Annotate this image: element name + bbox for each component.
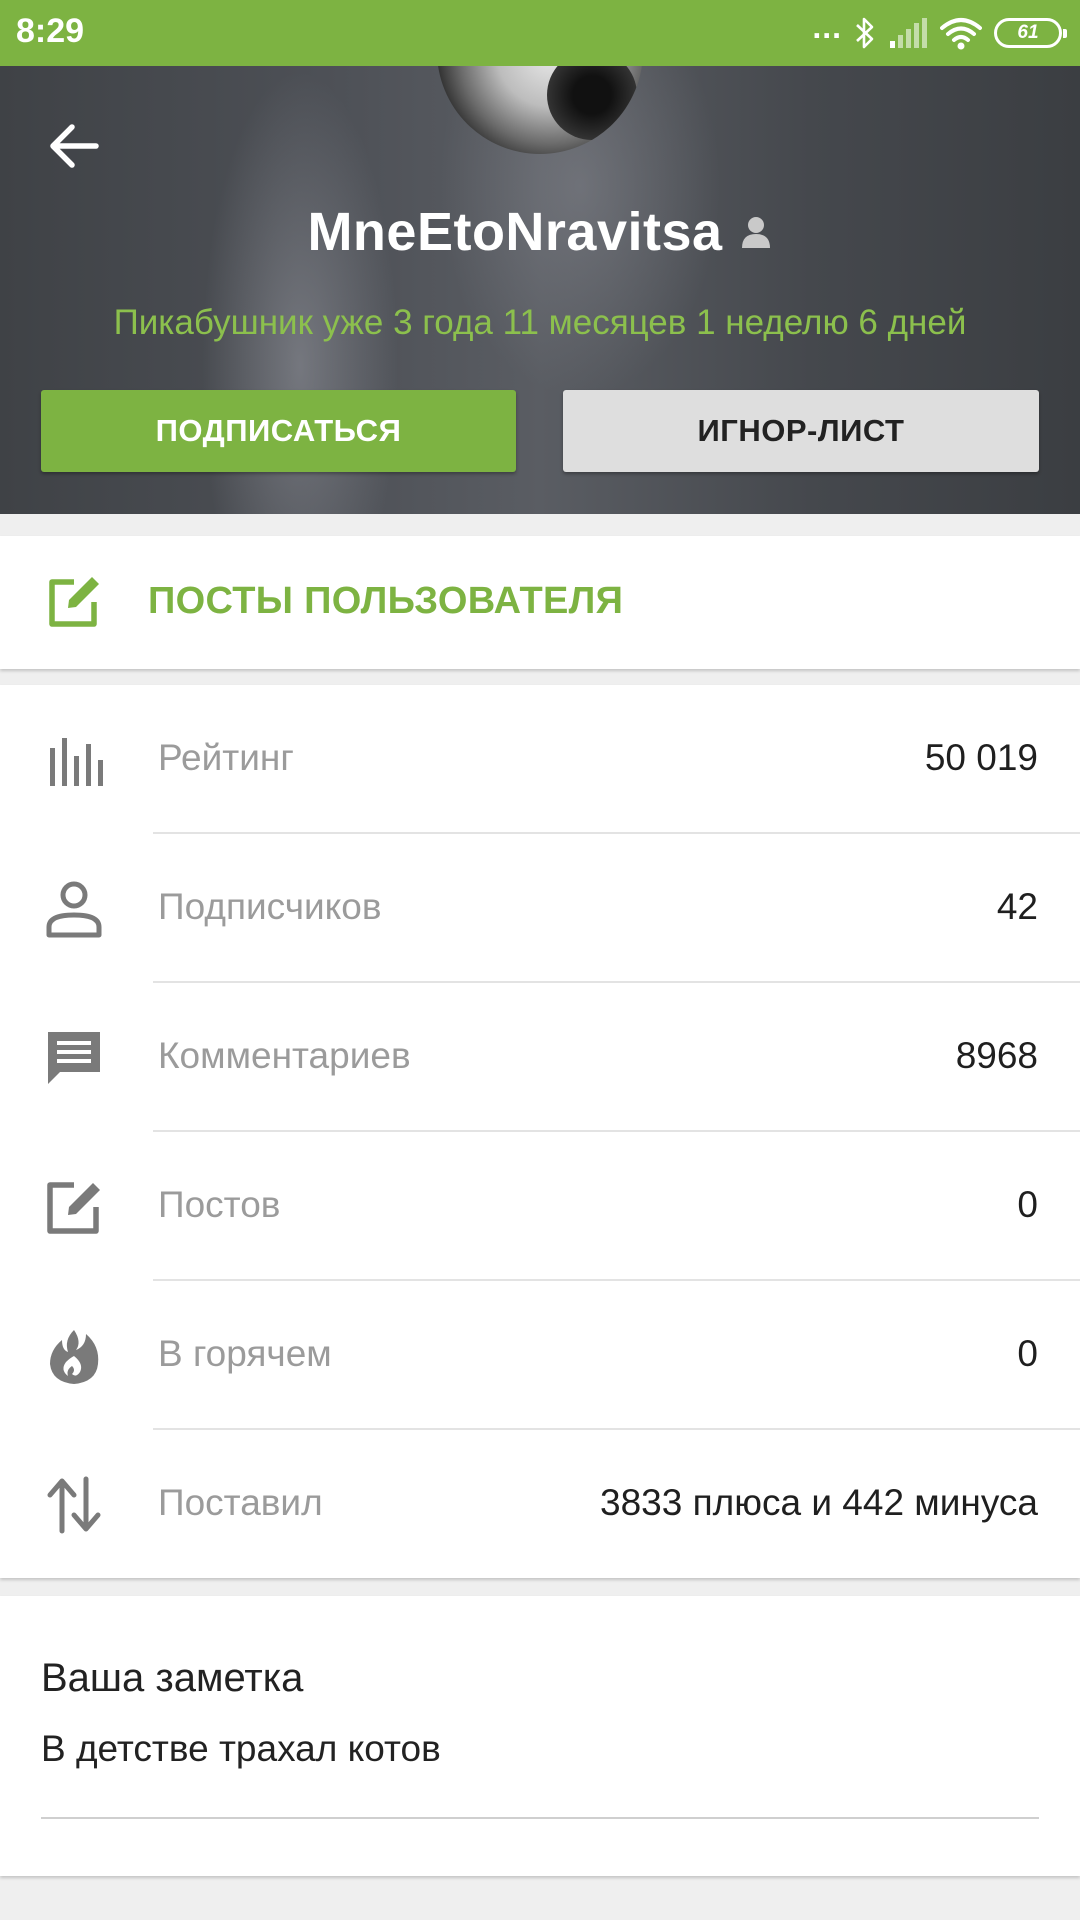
user-posts-link[interactable]: ПОСТЫ ПОЛЬЗОВАТЕЛЯ — [0, 536, 1080, 669]
edit-icon — [47, 1182, 100, 1234]
stat-row-rating: Рейтинг 50 019 — [0, 685, 1080, 834]
status-bar: 8:29 ... 61 — [0, 0, 1080, 66]
stat-value: 42 — [996, 886, 1038, 927]
tenure-text: Пикабушник уже 3 года 11 месяцев 1 недел… — [113, 303, 967, 342]
fire-icon — [50, 1330, 99, 1384]
stat-label: Комментариев — [158, 1035, 411, 1076]
note-field[interactable]: В детстве трахал котов — [41, 1728, 441, 1770]
note-card: Ваша заметка В детстве трахал котов — [0, 1596, 1080, 1876]
signal-icon — [890, 18, 927, 48]
edit-icon — [49, 577, 99, 627]
wifi-icon — [940, 18, 982, 50]
stat-value: 8968 — [955, 1035, 1038, 1076]
stat-row-votes: Поставил 3833 плюса и 442 минуса — [0, 1430, 1080, 1579]
arrow-left-icon — [50, 124, 99, 168]
user-posts-label: ПОСТЫ ПОЛЬЗОВАТЕЛЯ — [148, 580, 624, 622]
person-icon — [46, 881, 102, 938]
stat-label: Подписчиков — [158, 886, 382, 927]
stat-value: 50 019 — [924, 737, 1038, 778]
profile-header: MneEtoNravitsa Пикабушник уже 3 года 11 … — [0, 66, 1080, 514]
rating-bars-icon — [50, 738, 103, 786]
avatar-shadow — [547, 66, 637, 140]
stat-row-posts: Постов 0 — [0, 1132, 1080, 1281]
status-time: 8:29 — [16, 12, 85, 50]
stat-value: 0 — [1017, 1333, 1038, 1374]
username-row: MneEtoNravitsa — [0, 201, 1080, 263]
stat-row-followers: Подписчиков 42 — [0, 834, 1080, 983]
bluetooth-icon — [856, 17, 874, 49]
back-button[interactable] — [44, 116, 104, 176]
subscribe-button[interactable]: ПОДПИСАТЬСЯ — [41, 390, 516, 472]
note-title: Ваша заметка — [41, 1656, 304, 1700]
status-icons: ... 61 — [812, 9, 1067, 56]
username: MneEtoNravitsa — [307, 202, 723, 262]
stat-label: Рейтинг — [158, 737, 294, 778]
stat-row-comments: Комментариев 8968 — [0, 983, 1080, 1132]
stat-value: 3833 плюса и 442 минуса — [600, 1482, 1038, 1523]
notification-dots: ... — [812, 9, 842, 45]
stats-card: Рейтинг 50 019 Подписчиков 42 Комментари… — [0, 685, 1080, 1578]
stat-value: 0 — [1017, 1184, 1038, 1225]
battery-level: 61 — [1017, 22, 1039, 43]
note-underline — [41, 1817, 1039, 1819]
ignore-list-button[interactable]: ИГНОР-ЛИСТ — [563, 390, 1039, 472]
stat-row-hot: В горячем 0 — [0, 1281, 1080, 1430]
comment-icon — [48, 1032, 100, 1084]
stat-label: Поставил — [158, 1482, 323, 1523]
up-down-arrows-icon — [47, 1476, 101, 1534]
avatar[interactable] — [437, 66, 643, 154]
stat-label: В горячем — [158, 1333, 332, 1374]
stat-label: Постов — [158, 1184, 281, 1225]
user-gender-icon — [741, 217, 770, 248]
battery-icon: 61 — [994, 18, 1067, 48]
